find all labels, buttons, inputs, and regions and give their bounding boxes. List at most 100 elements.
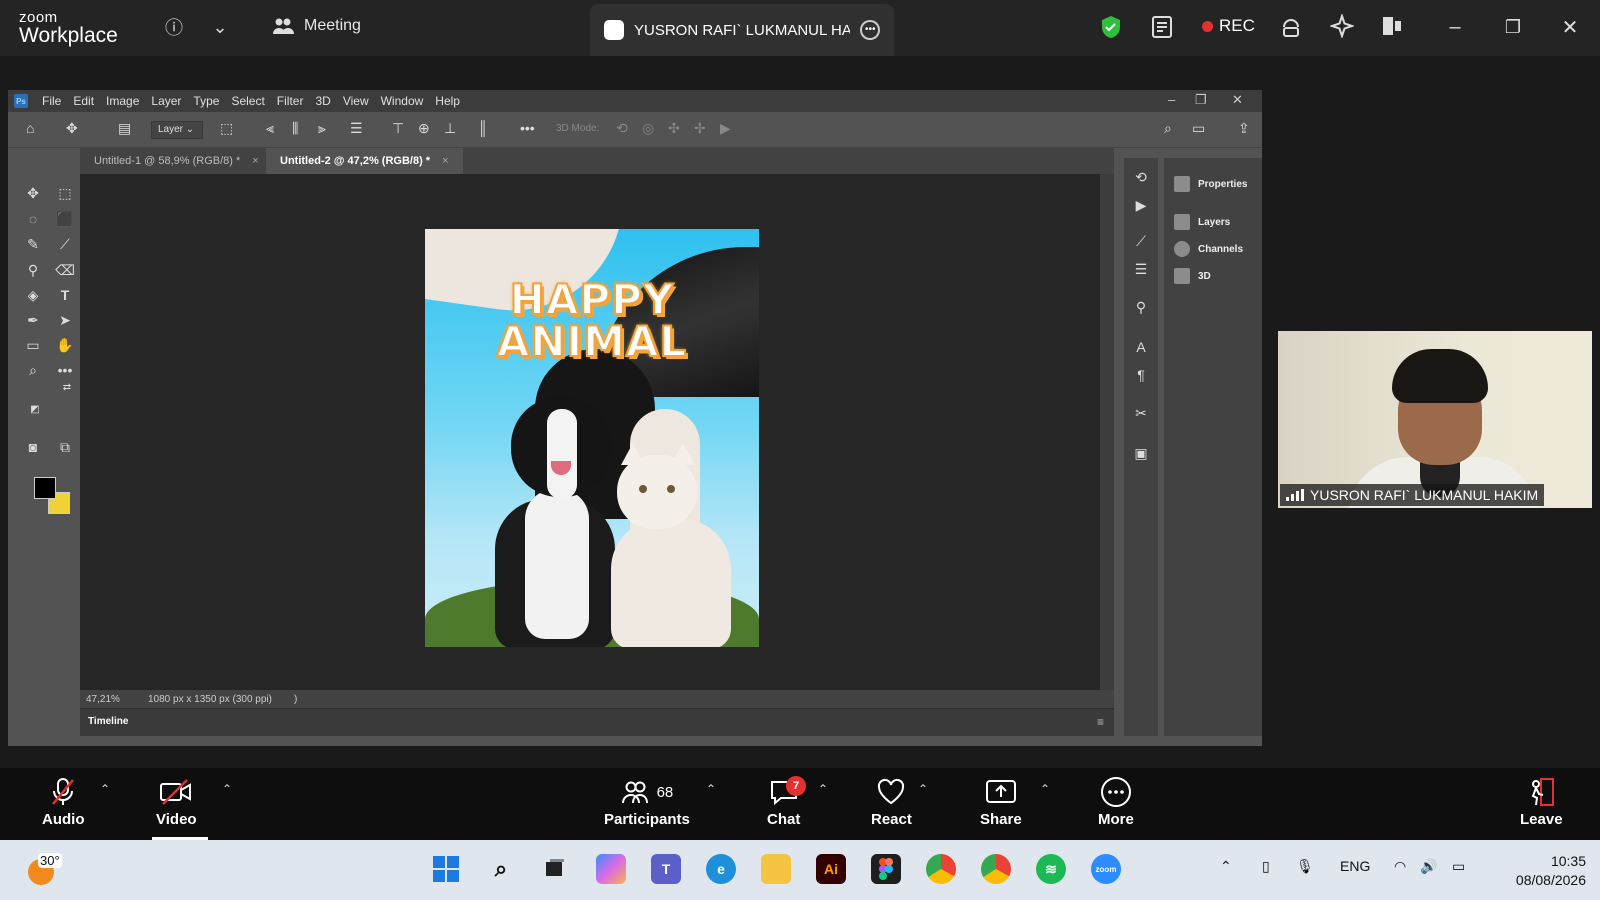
quick-mask-icon[interactable]: ◙	[22, 436, 44, 458]
menu-window[interactable]: Window	[375, 94, 430, 108]
3d-orbit-icon[interactable]: ⟲	[616, 120, 628, 137]
tab-untitled-1[interactable]: Untitled-1 @ 58,9% (RGB/8) * ×	[80, 148, 273, 174]
usb-device-icon[interactable]: ▯	[1262, 858, 1270, 875]
menu-select[interactable]: Select	[225, 94, 270, 108]
video-button[interactable]: Video	[156, 776, 197, 828]
menu-help[interactable]: Help	[429, 94, 466, 108]
task-view-icon[interactable]	[540, 854, 570, 884]
align-left-icon[interactable]: ⫷	[266, 120, 274, 137]
share-button[interactable]: Share	[980, 776, 1022, 828]
chat-options-chevron-icon[interactable]: ⌃	[818, 782, 828, 796]
panel-3d[interactable]: 3D	[1174, 268, 1211, 284]
panel-channels[interactable]: Channels	[1174, 241, 1243, 257]
status-expand-icon[interactable]: )	[294, 694, 297, 705]
battery-charging-icon[interactable]: ▭	[1452, 858, 1465, 875]
react-button[interactable]: React	[871, 776, 912, 828]
menu-filter[interactable]: Filter	[271, 94, 310, 108]
meeting-button[interactable]: Meeting	[272, 16, 361, 36]
vertical-scrollbar[interactable]	[1100, 174, 1114, 704]
panel-layers[interactable]: Layers	[1174, 214, 1230, 230]
document-canvas[interactable]: HAPPY ANIMAL	[425, 229, 759, 647]
type-tool-icon[interactable]: T	[54, 284, 76, 306]
active-speaker-pill[interactable]: YUSRON RAFI` LUKMANUL HAKIM •••	[590, 4, 894, 56]
illustrator-icon[interactable]: Ai	[816, 854, 846, 884]
3d-roll-icon[interactable]: ◎	[642, 120, 654, 137]
system-clock[interactable]: 10:35 08/08/2026	[1496, 852, 1586, 890]
file-explorer-icon[interactable]	[761, 854, 791, 884]
align-right-icon[interactable]: ⫸	[318, 120, 326, 137]
eraser-tool-icon[interactable]: ⌫	[54, 259, 76, 281]
foreground-color-swatch[interactable]	[34, 477, 56, 499]
weather-widget[interactable]: 30°	[24, 853, 62, 885]
leave-button[interactable]: Leave	[1520, 776, 1563, 828]
swap-colors-icon[interactable]: ⇄	[56, 376, 78, 398]
minimize-icon[interactable]: –	[1442, 14, 1468, 40]
zoom-level[interactable]: 47,21%	[86, 694, 144, 705]
auto-select-icon[interactable]: ▤	[118, 120, 131, 137]
audio-options-chevron-icon[interactable]: ⌃	[100, 782, 110, 796]
chrome-icon[interactable]	[926, 854, 956, 884]
teams-icon[interactable]: T	[651, 854, 681, 884]
security-shield-icon[interactable]	[1100, 15, 1122, 39]
marquee-tool-icon[interactable]: ⬚	[54, 182, 76, 204]
menu-type[interactable]: Type	[187, 94, 225, 108]
participants-options-chevron-icon[interactable]: ⌃	[706, 782, 716, 796]
brush-tool-icon[interactable]: ⟋	[54, 233, 76, 255]
tab-close-icon[interactable]: ×	[252, 155, 258, 167]
workspace-icon[interactable]: ▭	[1192, 120, 1205, 137]
align-top-icon[interactable]: ⊤	[392, 120, 404, 137]
spot-heal-tool-icon[interactable]: ✎	[22, 233, 44, 255]
start-button[interactable]	[431, 854, 461, 884]
chevron-down-icon[interactable]: ⌄	[207, 14, 233, 40]
captions-icon[interactable]	[1280, 15, 1302, 39]
move-tool-icon[interactable]: ✥	[22, 182, 44, 204]
default-colors-icon[interactable]: ◩	[24, 398, 46, 420]
info-icon[interactable]: ⓘ	[161, 14, 187, 40]
3d-pan-icon[interactable]: ✣	[668, 120, 680, 137]
home-icon[interactable]: ⌂	[26, 120, 34, 136]
clone-source-icon[interactable]: ⚲	[1130, 296, 1152, 318]
brush-settings-icon[interactable]: ⟋	[1130, 230, 1152, 252]
more-options-icon[interactable]: •••	[860, 20, 880, 40]
libraries-icon[interactable]: ▣	[1130, 442, 1152, 464]
lasso-tool-icon[interactable]: ◌	[22, 208, 44, 230]
react-options-chevron-icon[interactable]: ⌃	[918, 782, 928, 796]
menu-layer[interactable]: Layer	[145, 94, 187, 108]
path-select-tool-icon[interactable]: ➤	[54, 309, 76, 331]
panel-properties[interactable]: Properties	[1174, 176, 1247, 192]
volume-icon[interactable]: 🔊	[1420, 858, 1437, 875]
more-button[interactable]: More	[1098, 776, 1134, 828]
tab-close-icon[interactable]: ×	[442, 155, 448, 167]
distribute-icon[interactable]: ☰	[350, 120, 363, 137]
rectangle-tool-icon[interactable]: ▭	[22, 334, 44, 356]
apps-icon[interactable]	[1381, 15, 1403, 37]
notes-icon[interactable]	[1151, 15, 1173, 39]
search-icon[interactable]: ⌕	[486, 854, 516, 884]
wifi-icon[interactable]: ◠	[1394, 858, 1406, 875]
align-bottom-icon[interactable]: ⊥	[444, 120, 456, 137]
adjustments-icon[interactable]: ☰	[1130, 258, 1152, 280]
audio-button[interactable]: Audio	[42, 776, 85, 828]
tab-untitled-2[interactable]: Untitled-2 @ 47,2% (RGB/8) * ×	[266, 148, 463, 174]
language-indicator[interactable]: ENG	[1340, 858, 1370, 874]
ai-sparkle-icon[interactable]	[1330, 14, 1354, 38]
character-icon[interactable]: A	[1130, 336, 1152, 358]
share-options-chevron-icon[interactable]: ⌃	[1040, 782, 1050, 796]
pen-tool-icon[interactable]: ✒	[22, 309, 44, 331]
show-hidden-icons-chevron-icon[interactable]: ⌃	[1220, 858, 1232, 875]
chrome-profile-icon[interactable]	[981, 854, 1011, 884]
history-icon[interactable]: ⟲	[1130, 166, 1152, 188]
participants-button[interactable]: 68 Participants	[604, 776, 690, 828]
ps-close-icon[interactable]: ✕	[1232, 92, 1243, 108]
zoom-app-icon[interactable]: zoom	[1091, 854, 1121, 884]
transform-controls-icon[interactable]: ⬚	[220, 120, 233, 137]
paint-bucket-tool-icon[interactable]: ◈	[22, 284, 44, 306]
recording-indicator[interactable]: REC	[1202, 16, 1255, 36]
screen-mode-icon[interactable]: ⧉	[54, 436, 76, 458]
hand-tool-icon[interactable]: ✋	[54, 334, 76, 356]
move-tool-icon[interactable]: ✥	[66, 120, 78, 137]
microphone-location-icon[interactable]: 🎙	[1296, 858, 1314, 875]
figma-icon[interactable]	[871, 854, 901, 884]
ps-minimize-icon[interactable]: –	[1168, 92, 1175, 107]
object-select-tool-icon[interactable]: ⬛	[54, 208, 76, 230]
